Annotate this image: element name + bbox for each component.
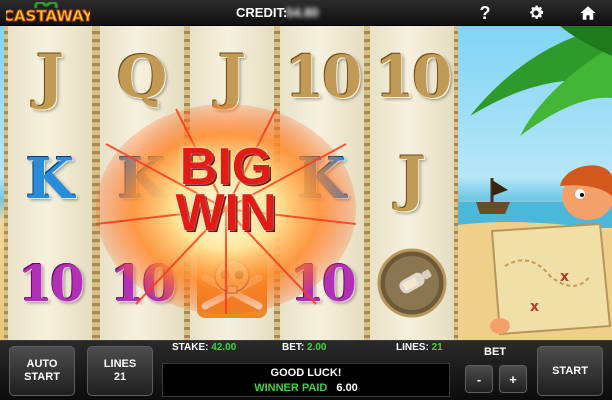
big-win-line2: WIN xyxy=(175,184,277,242)
autostart-line2: START xyxy=(24,371,60,383)
big-win-text: BIG WIN xyxy=(96,141,356,242)
symbol-10: 10 xyxy=(18,253,85,313)
credit-label: CREDIT: xyxy=(236,5,288,20)
bet-increase-button[interactable]: + xyxy=(499,365,527,393)
bet-decrease-button[interactable]: - xyxy=(465,365,493,393)
lines-info: LINES: 21 xyxy=(396,342,443,356)
message-good-luck: GOOD LUCK! xyxy=(270,367,342,379)
bet-info: BET: 2.00 xyxy=(282,342,326,356)
lines-info-value: 21 xyxy=(431,342,443,353)
lines-label: LINES xyxy=(103,358,137,370)
bet-info-label: BET: xyxy=(282,342,305,353)
lines-info-label: LINES: xyxy=(396,342,429,353)
game-area: x x J K 10 Q K 10 J K 10 K 10 xyxy=(0,26,612,340)
message-winner-paid: WINNER PAID 6.00 xyxy=(163,382,449,394)
control-panel: AUTO START LINES 21 STAKE: 42.00 BET: 2.… xyxy=(0,340,612,400)
lines-value: 21 xyxy=(113,371,127,383)
symbol-10: 10 xyxy=(374,43,453,111)
start-button[interactable]: START xyxy=(537,346,603,396)
symbol-j: J xyxy=(397,144,427,214)
gear-icon[interactable] xyxy=(521,1,551,25)
bet-info-value: 2.00 xyxy=(307,342,327,353)
svg-text:x: x xyxy=(530,299,539,315)
winner-paid-label: WINNER PAID xyxy=(254,382,328,394)
symbol-k: K xyxy=(25,146,75,212)
game-logo: CASTAWAY xyxy=(6,2,90,26)
stake-info: STAKE: 42.00 xyxy=(172,342,236,356)
reel-5: 10 J xyxy=(366,26,458,340)
message-box: GOOD LUCK! WINNER PAID 6.00 xyxy=(162,363,450,397)
lines-button[interactable]: LINES 21 xyxy=(87,346,153,396)
autostart-button[interactable]: AUTO START xyxy=(9,346,75,396)
top-bar: CASTAWAY CREDIT: 54.80 ? xyxy=(0,0,612,26)
symbol-j: J xyxy=(35,42,65,112)
question-mark-icon[interactable]: ? xyxy=(470,1,500,25)
stake-label: STAKE: xyxy=(172,342,209,353)
bottle-coin-icon xyxy=(369,238,455,328)
credit-value: 54.80 xyxy=(286,5,319,20)
bet-label: BET xyxy=(484,346,506,358)
stake-value: 42.00 xyxy=(211,342,237,353)
svg-text:x: x xyxy=(560,269,569,285)
winner-paid-value: 6.00 xyxy=(336,382,358,394)
reel-1: J K 10 xyxy=(4,26,96,340)
autostart-line1: AUTO xyxy=(26,358,58,370)
logo-text: CASTAWAY xyxy=(6,7,90,25)
home-icon[interactable] xyxy=(573,1,603,25)
